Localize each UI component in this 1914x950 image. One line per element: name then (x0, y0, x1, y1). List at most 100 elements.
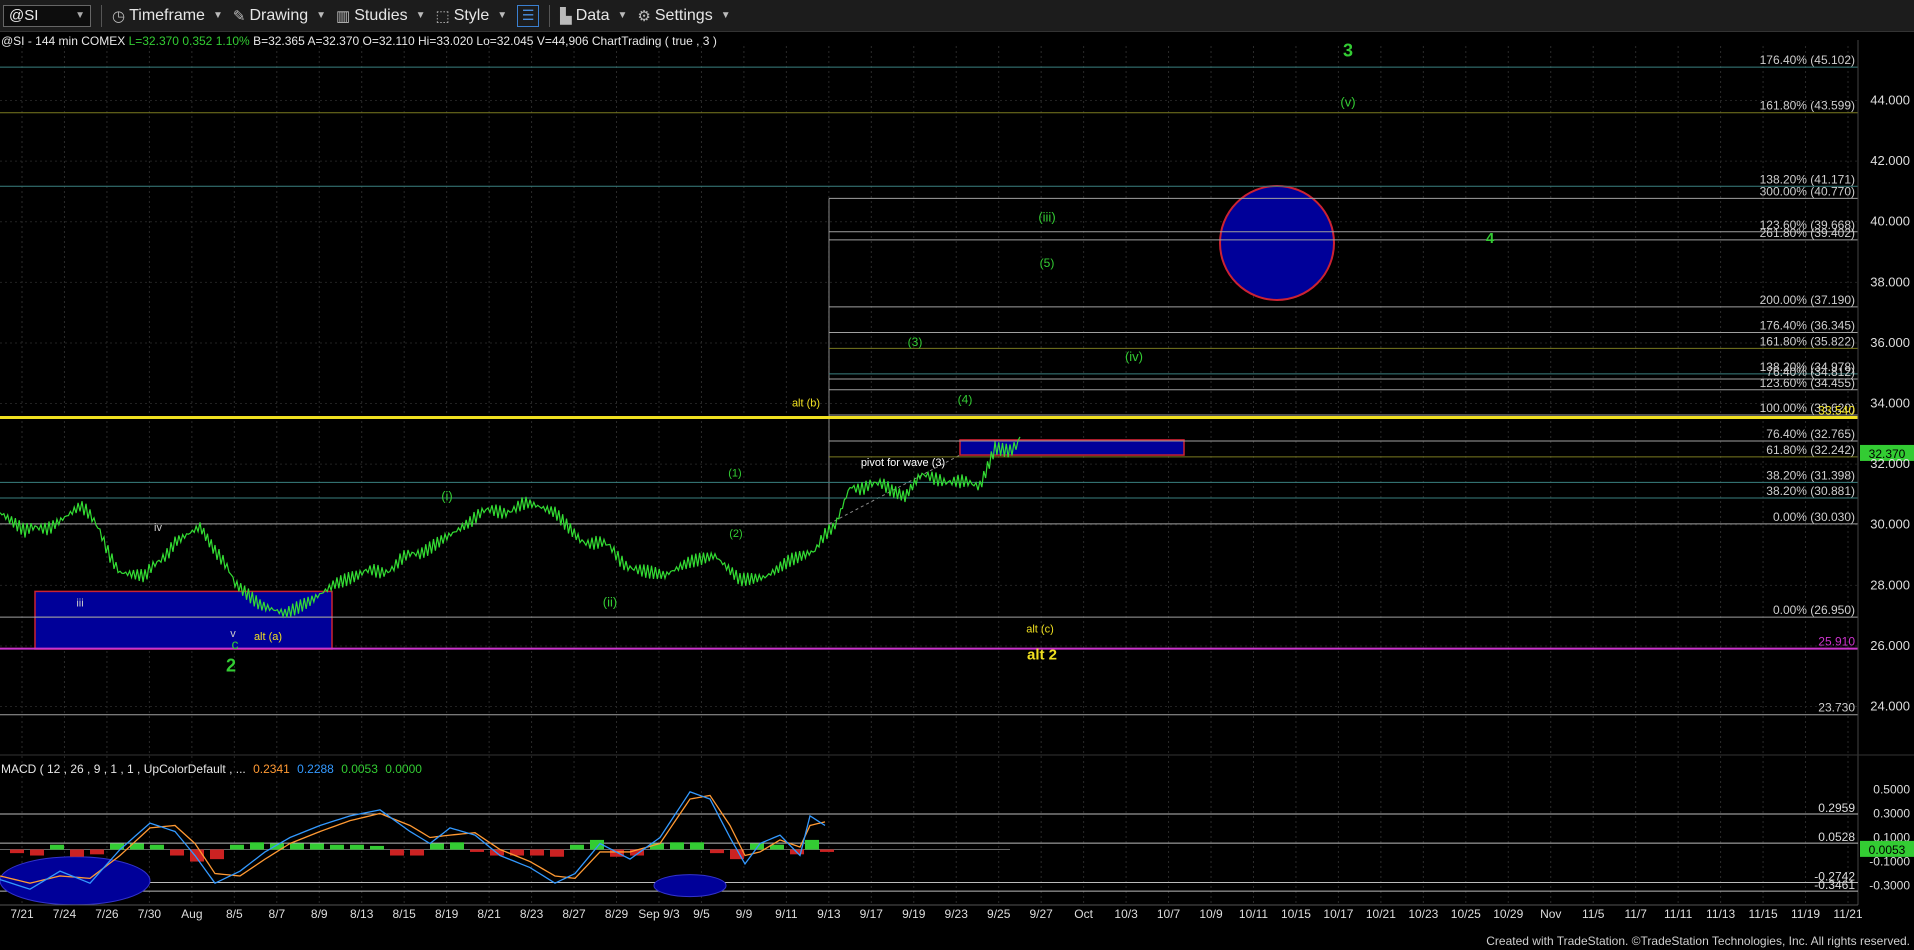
y-tick-label: 38.000 (1870, 274, 1910, 289)
macd-value-4: 0.0000 (385, 762, 422, 776)
x-tick-label: 9/19 (902, 907, 926, 921)
macd-line (0, 791, 826, 890)
status-change: 0.352 (182, 34, 213, 48)
macd-level-label: 0.2959 (1818, 801, 1855, 815)
x-tick-label: 11/11 (1664, 907, 1693, 921)
wave-label: v (230, 628, 236, 640)
macd-current-marker (1860, 840, 1914, 857)
x-tick-label: 11/21 (1833, 907, 1862, 921)
macd-histogram-bar (150, 844, 164, 850)
macd-level-label: -0.2742 (1814, 869, 1855, 883)
wave-label: alt (a) (254, 631, 282, 643)
fib-level-label: 23.730 (1818, 701, 1855, 715)
fib-level-label: 0.00% (26.950) (1773, 603, 1855, 617)
style-menu[interactable]: ⬚ Style ▼ (436, 7, 508, 25)
last-price-label: 32.370 (1869, 447, 1906, 461)
macd-histogram-bar (130, 843, 144, 850)
wave-label: (v) (1340, 95, 1355, 110)
x-tick-label: 11/13 (1706, 907, 1735, 921)
fib-level-label: 38.20% (30.881) (1766, 484, 1855, 498)
macd-histogram-bar (90, 849, 104, 855)
macd-histogram-bar (430, 843, 444, 850)
target-circle (1219, 184, 1335, 301)
x-tick-label: 9/11 (775, 907, 798, 921)
x-tick-label: 9/27 (1029, 907, 1053, 921)
wave-label: (ii) (603, 595, 617, 610)
settings-menu[interactable]: ⚙ Settings ▼ (637, 7, 730, 25)
macd-histogram-bar (330, 844, 344, 850)
studies-menu[interactable]: ▥ Studies ▼ (336, 7, 425, 25)
macd-histogram-bar (250, 842, 264, 850)
data-menu[interactable]: ▙ Data ▼ (560, 7, 627, 25)
chevron-down-icon: ▼ (497, 10, 508, 21)
x-tick-label: 8/15 (393, 907, 417, 921)
data-label: Data (575, 6, 610, 24)
x-tick-label: Aug (181, 907, 202, 921)
fib-level-label: 261.80% (39.402) (1760, 226, 1855, 240)
x-tick-label: 7/24 (53, 907, 77, 921)
studies-icon: ▥ (336, 7, 351, 25)
fib-level-label: 138.20% (41.171) (1760, 172, 1855, 186)
macd-histogram-bar (730, 849, 744, 860)
macd-y-tick: 0.3000 (1873, 806, 1910, 820)
status-last: L=32.370 (128, 34, 179, 48)
x-tick-label: 9/5 (693, 907, 710, 921)
x-tick-label: 9/25 (987, 907, 1011, 921)
macd-header: MACD ( 12 , 26 , 9 , 1 , 1 , UpColorDefa… (1, 762, 422, 776)
macd-signal-line (0, 794, 826, 884)
wave-label: c (232, 636, 239, 652)
macd-histogram-bar (590, 839, 604, 850)
wave-label: iv (154, 522, 162, 534)
gear-icon: ⚙ (637, 7, 651, 25)
fib-trend-line (828, 454, 961, 525)
macd-histogram-bar (470, 849, 484, 852)
price-chart[interactable]: 176.40% (45.102) 161.80% (43.599) 138.20% … (0, 0, 1914, 950)
y-tick-label: 36.000 (1870, 335, 1910, 350)
x-tick-label: 7/26 (95, 907, 119, 921)
drawing-menu[interactable]: ✎ Drawing ▼ (233, 7, 326, 25)
macd-histogram-bar (570, 844, 584, 850)
settings-label: Settings (654, 6, 713, 24)
bar-chart-icon: ▙ (560, 7, 572, 25)
x-tick-label: 10/21 (1366, 907, 1396, 921)
fib-level-label: 176.40% (45.102) (1760, 53, 1855, 67)
y-tick-label: 40.000 (1870, 214, 1910, 229)
x-tick-label: 10/9 (1199, 907, 1223, 921)
timeframe-label: Timeframe (129, 6, 205, 24)
x-tick-label: 10/25 (1451, 907, 1481, 921)
macd-histogram-bar (350, 844, 364, 850)
x-tick-label: 8/9 (311, 907, 328, 921)
x-tick-label: 10/11 (1239, 907, 1268, 921)
timeframe-menu[interactable]: ◷ Timeframe ▼ (112, 7, 223, 25)
status-exchange: COMEX (81, 34, 126, 48)
macd-value-2: 0.2288 (297, 762, 334, 776)
layout-icon[interactable]: ☰ (517, 4, 540, 27)
x-tick-label: 11/5 (1582, 907, 1605, 921)
macd-histogram-bar (805, 839, 819, 850)
x-tick-label: Sep 9/3 (638, 907, 680, 921)
fib-level-label: 300.00% (40.770) (1760, 184, 1855, 198)
macd-label: MACD ( 12 , 26 , 9 , 1 , 1 , UpColorDefa… (1, 762, 246, 776)
y-tick-label: 26.000 (1870, 638, 1910, 653)
chevron-down-icon: ▼ (316, 10, 327, 21)
fib-level-label: 161.80% (43.599) (1760, 99, 1855, 113)
chevron-down-icon: ▼ (415, 10, 426, 21)
fib-level-label: 61.80% (32.242) (1766, 443, 1855, 457)
wave-label: 3 (1343, 41, 1353, 61)
x-tick-label: 8/27 (562, 907, 586, 921)
pivot-annotation: pivot for wave (3) (861, 457, 945, 469)
x-tick-label: 10/17 (1323, 907, 1353, 921)
macd-histogram-bar (50, 844, 64, 850)
studies-label: Studies (354, 6, 408, 24)
y-tick-label: 44.000 (1870, 93, 1910, 108)
status-high: Hi=33.020 (418, 34, 474, 48)
macd-histogram-bar (550, 849, 564, 857)
macd-y-tick: 0.5000 (1873, 782, 1910, 796)
clock-icon: ◷ (112, 7, 126, 25)
wave-label: alt (b) (792, 398, 820, 410)
fib-level-label: 200.00% (37.190) (1760, 293, 1855, 307)
footer-copyright: Created with TradeStation. ©TradeStation… (1486, 934, 1910, 948)
macd-level-label: -0.3461 (1814, 878, 1855, 892)
symbol-selector[interactable]: @SI ▼ (3, 4, 91, 27)
fib-level-label: 123.60% (34.455) (1760, 376, 1855, 390)
